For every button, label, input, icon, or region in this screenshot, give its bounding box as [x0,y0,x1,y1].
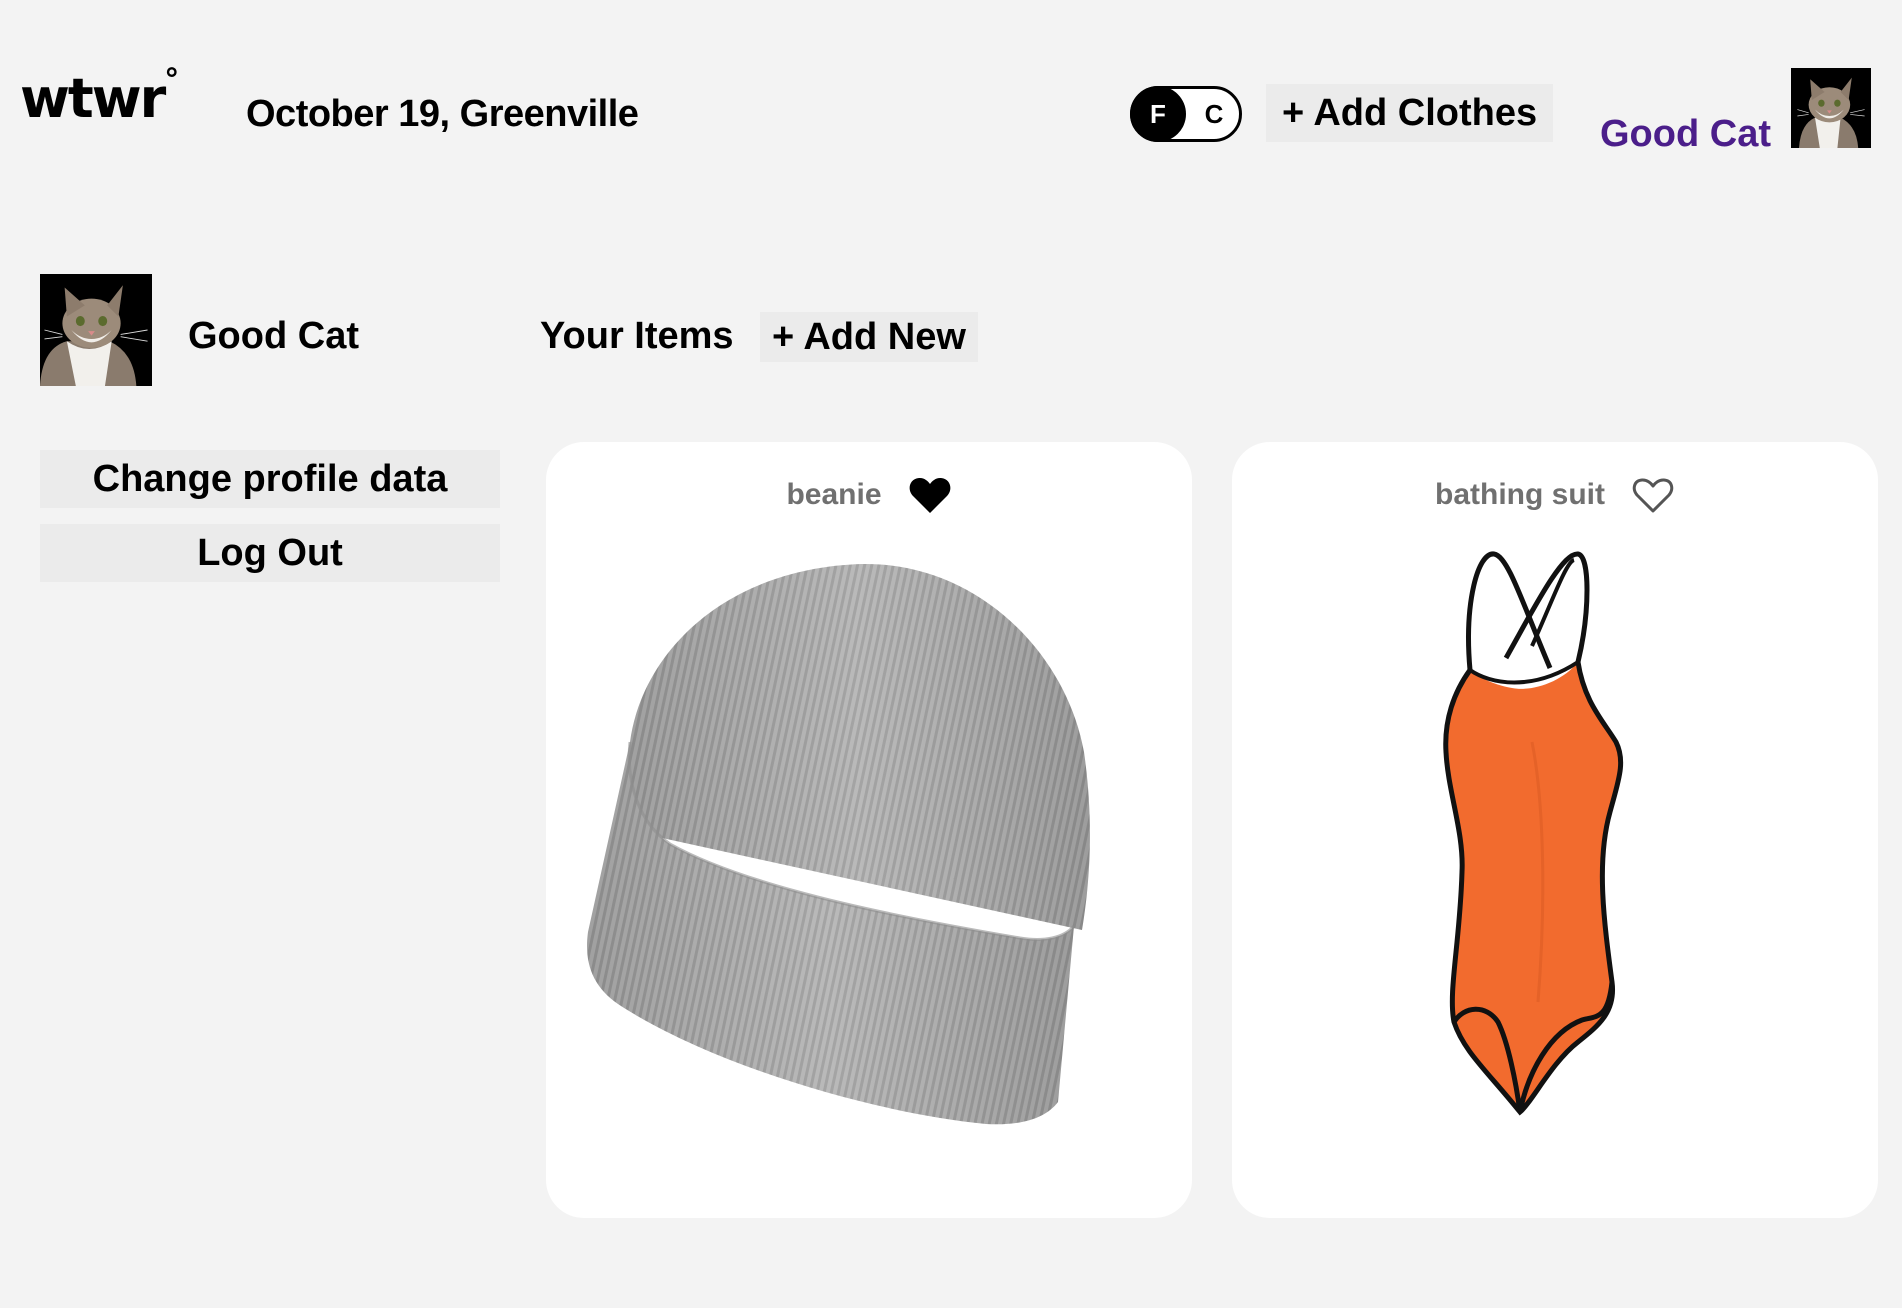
toggle-c-label[interactable]: C [1189,89,1239,139]
bathing-suit-image [1443,551,1624,1116]
heart-filled-icon[interactable] [908,475,952,515]
cat-avatar-icon[interactable] [1791,68,1871,148]
app-logo[interactable]: wtwr° [20,66,179,126]
cat-avatar-icon [40,274,152,386]
item-name: beanie [786,478,882,511]
item-card-bathing-suit[interactable]: bathing suit [1232,442,1878,1218]
change-profile-button[interactable]: Change profile data [40,450,500,508]
logo-degree-mark: ° [164,63,179,98]
logo-text: wtwr [20,67,166,130]
card-header: beanie [546,468,1192,522]
date-location: October 19, Greenville [246,93,639,135]
item-card-beanie[interactable]: beanie [546,442,1192,1218]
add-clothes-button[interactable]: + Add Clothes [1266,84,1554,142]
temperature-unit-toggle[interactable]: F C [1130,86,1242,142]
card-header: bathing suit [1232,468,1878,522]
header-username[interactable]: Good Cat [1600,112,1771,156]
your-items-title: Your Items [540,315,734,357]
heart-outline-icon[interactable] [1631,475,1675,515]
add-new-button[interactable]: + Add New [760,312,978,362]
item-name: bathing suit [1435,478,1605,511]
beanie-image [587,563,1090,1125]
toggle-f-label[interactable]: F [1133,89,1183,139]
logout-button[interactable]: Log Out [40,524,500,582]
sidebar-username: Good Cat [188,315,359,357]
